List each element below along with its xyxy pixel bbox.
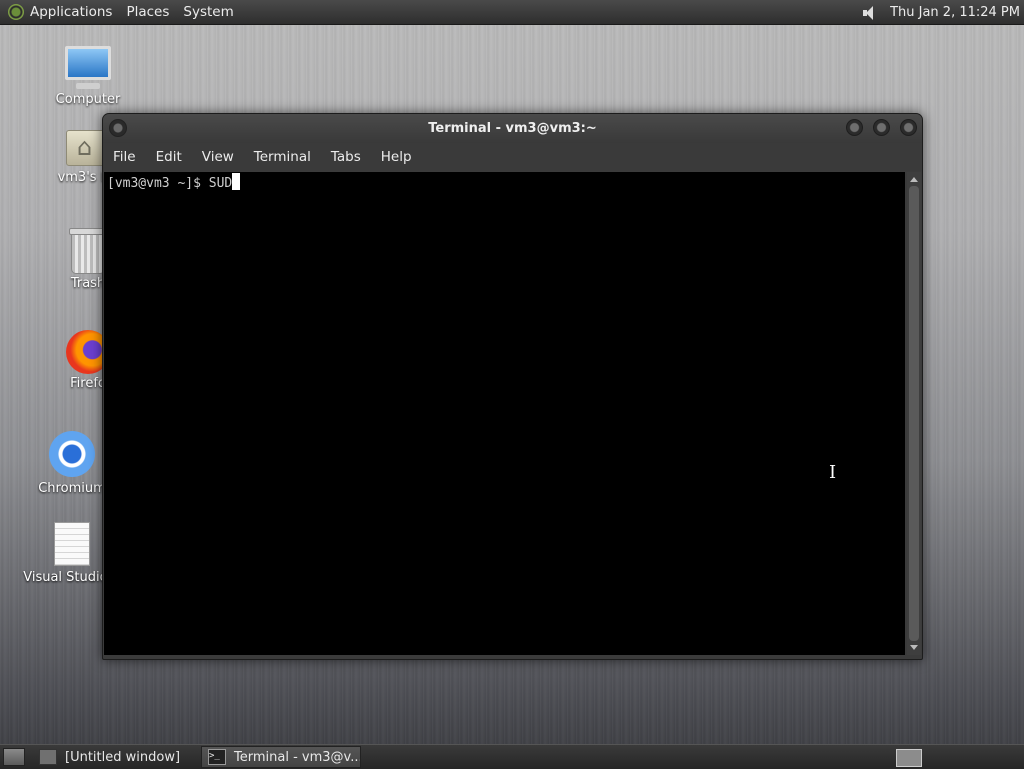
taskbar-item-label: [Untitled window] bbox=[65, 749, 181, 765]
scrollbar-thumb[interactable] bbox=[909, 186, 919, 641]
window-title: Terminal - vm3@vm3:~ bbox=[428, 121, 597, 136]
computer-icon bbox=[65, 46, 111, 89]
desktop-icon-computer[interactable]: Computer bbox=[33, 46, 143, 107]
places-menu[interactable]: Places bbox=[126, 4, 169, 20]
menu-file[interactable]: File bbox=[113, 149, 136, 165]
taskbar-item-terminal[interactable]: >_ Terminal - vm3@v... bbox=[201, 746, 361, 768]
volume-icon[interactable] bbox=[862, 5, 880, 21]
terminal-area[interactable]: [vm3@vm3 ~]$ SUD bbox=[104, 172, 905, 655]
terminal-icon: >_ bbox=[208, 749, 226, 765]
window-icon bbox=[39, 749, 57, 765]
desktop-icon-label: Computer bbox=[55, 92, 121, 107]
distro-logo-icon[interactable] bbox=[8, 4, 24, 20]
show-desktop-icon[interactable] bbox=[3, 748, 25, 766]
ibeam-cursor-icon: I bbox=[829, 462, 837, 483]
maximize-button[interactable] bbox=[873, 119, 890, 136]
clock[interactable]: Thu Jan 2, 11:24 PM bbox=[890, 5, 1020, 20]
menu-terminal[interactable]: Terminal bbox=[254, 149, 311, 165]
menu-edit[interactable]: Edit bbox=[156, 149, 182, 165]
bottom-panel: [Untitled window] >_ Terminal - vm3@v... bbox=[0, 744, 1024, 769]
menu-tabs[interactable]: Tabs bbox=[331, 149, 361, 165]
system-menu[interactable]: System bbox=[183, 4, 233, 20]
terminal-prompt: [vm3@vm3 ~]$ bbox=[107, 176, 209, 191]
chromium-icon bbox=[49, 431, 95, 477]
window-titlebar[interactable]: Terminal - vm3@vm3:~ bbox=[103, 114, 922, 143]
terminal-window: Terminal - vm3@vm3:~ File Edit View Term… bbox=[102, 113, 923, 660]
taskbar-item-untitled[interactable]: [Untitled window] bbox=[33, 746, 193, 768]
menu-view[interactable]: View bbox=[202, 149, 234, 165]
window-menubar: File Edit View Terminal Tabs Help bbox=[103, 143, 922, 171]
close-button[interactable] bbox=[900, 119, 917, 136]
scroll-down-arrow-icon[interactable] bbox=[910, 645, 918, 650]
applications-menu[interactable]: Applications bbox=[30, 4, 112, 20]
minimize-button[interactable] bbox=[846, 119, 863, 136]
top-panel-tray: Thu Jan 2, 11:24 PM bbox=[862, 0, 1020, 25]
text-cursor bbox=[232, 173, 241, 190]
workspace-switcher[interactable] bbox=[896, 749, 922, 767]
terminal-scrollbar[interactable] bbox=[907, 172, 921, 655]
file-icon bbox=[54, 522, 90, 566]
top-panel: Applications Places System Thu Jan 2, 11… bbox=[0, 0, 1024, 25]
terminal-input: SUD bbox=[208, 176, 233, 191]
menu-help[interactable]: Help bbox=[381, 149, 412, 165]
trash-icon bbox=[69, 228, 107, 274]
scroll-up-arrow-icon[interactable] bbox=[910, 177, 918, 182]
taskbar-item-label: Terminal - vm3@v... bbox=[234, 749, 361, 765]
